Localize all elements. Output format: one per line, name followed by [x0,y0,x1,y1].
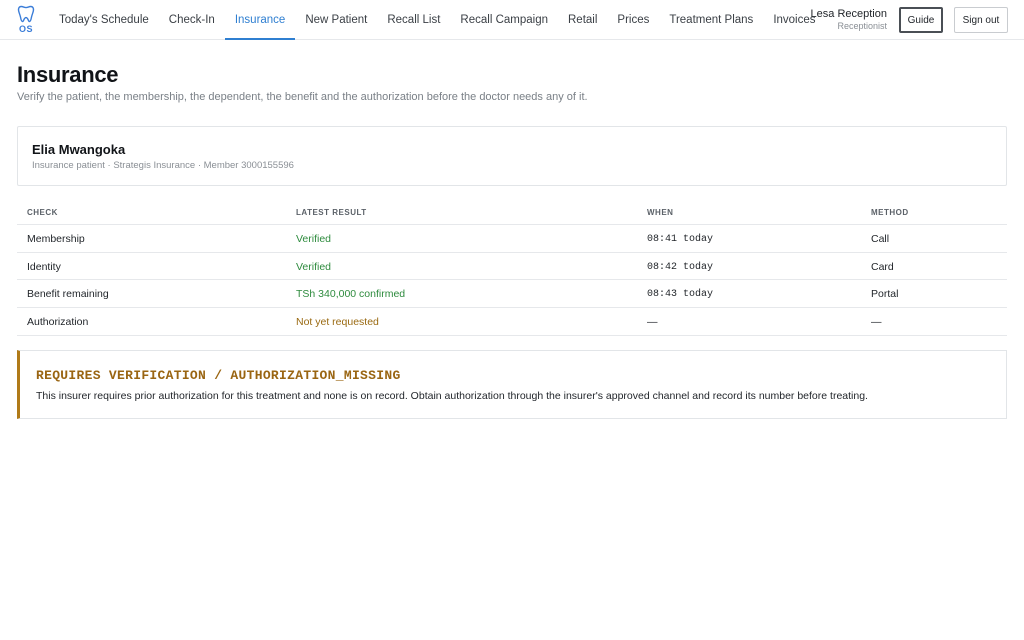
check-result: TSh 340,000 confirmed [296,288,406,301]
check-name: Authorization [27,316,89,329]
check-method: Portal [871,288,899,301]
nav-item-recall-campaign[interactable]: Recall Campaign [450,0,558,40]
verification-checks-table: Check Latest result When Method Membersh… [17,200,1007,336]
nav-item-retail[interactable]: Retail [558,0,607,40]
nav-item-new-patient[interactable]: New Patient [295,0,377,40]
column-header-latest-result: Latest result [296,208,367,217]
check-result: Not yet requested [296,316,379,329]
tooth-icon [17,5,35,23]
alert-title: REQUIRES VERIFICATION / AUTHORIZATION_MI… [36,368,401,383]
guide-button[interactable]: Guide [899,7,943,33]
column-header-check: Check [27,208,58,217]
check-time: — [647,316,658,329]
check-method: — [871,316,882,329]
check-result: Verified [296,233,332,245]
logo-text: OS [18,24,33,34]
check-name: Identity [27,260,61,273]
patient-meta: Insurance patient · Strategis Insurance … [32,160,294,171]
user-role: Receptionist [837,21,887,31]
table-row[interactable]: Membership Verified 08:41 today Call [17,225,1007,253]
check-name: Benefit remaining [27,288,109,301]
patient-card: Elia Mwangoka Insurance patient · Strate… [17,126,1007,186]
top-navigation-bar: OS Today's Schedule Check-In Insurance N… [0,0,1024,40]
current-user: Lesa Reception Receptionist [811,8,887,31]
nav-item-recall-list[interactable]: Recall List [377,0,450,40]
user-name: Lesa Reception [810,8,887,20]
app-logo[interactable]: OS [14,5,38,35]
main-nav: Today's Schedule Check-In Insurance New … [49,0,826,40]
patient-name: Elia Mwangoka [32,142,126,157]
table-row[interactable]: Authorization Not yet requested — — [17,308,1007,336]
check-method: Call [871,233,890,245]
check-time: 08:41 today [647,234,714,245]
page-title: Insurance [17,62,119,87]
nav-item-prices[interactable]: Prices [607,0,659,40]
check-result: Verified [296,260,332,273]
check-time: 08:42 today [647,261,714,273]
authorization-alert: REQUIRES VERIFICATION / AUTHORIZATION_MI… [17,350,1007,419]
alert-body: This insurer requires prior authorizatio… [36,390,868,402]
table-header: Check Latest result When Method [17,200,1007,225]
page-subtitle: Verify the patient, the membership, the … [17,91,588,103]
nav-item-check-in[interactable]: Check-In [159,0,225,40]
check-time: 08:43 today [647,289,714,301]
nav-item-insurance[interactable]: Insurance [224,0,296,40]
table-row[interactable]: Benefit remaining TSh 340,000 confirmed … [17,280,1007,309]
nav-item-treatment-plans[interactable]: Treatment Plans [659,0,763,40]
sign-out-button[interactable]: Sign out [954,7,1008,33]
nav-item-todays-schedule[interactable]: Today's Schedule [49,0,159,40]
column-header-when: When [647,208,674,217]
table-row[interactable]: Identity Verified 08:42 today Card [17,253,1007,281]
check-name: Membership [27,233,85,245]
column-header-method: Method [871,208,909,217]
check-method: Card [871,260,894,273]
